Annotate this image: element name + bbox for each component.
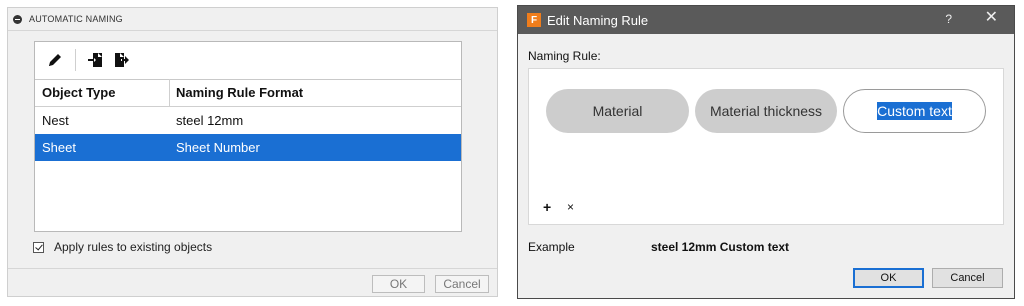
pencil-icon[interactable] xyxy=(46,51,64,69)
token-material[interactable]: Material xyxy=(546,89,689,133)
column-header-naming-rule-format[interactable]: Naming Rule Format xyxy=(170,79,461,106)
custom-text-input[interactable]: Custom text xyxy=(877,102,952,120)
cell-object-type: Sheet xyxy=(42,140,76,155)
example-value: steel 12mm Custom text xyxy=(651,240,790,254)
panel-title: AUTOMATIC NAMING xyxy=(29,14,123,24)
column-header-object-type[interactable]: Object Type xyxy=(35,79,170,106)
collapse-icon[interactable] xyxy=(13,14,22,24)
dialog-cancel-button[interactable]: Cancel xyxy=(932,268,1003,288)
apply-existing-label[interactable]: Apply rules to existing objects xyxy=(54,240,212,254)
dialog-titlebar[interactable]: F Edit Naming Rule ? ✕ xyxy=(518,6,1014,34)
edit-naming-rule-dialog: F Edit Naming Rule ? ✕ Naming Rule: Mate… xyxy=(517,5,1015,299)
toolbar-separator xyxy=(75,49,76,71)
naming-rules-table: Object Type Naming Rule Format Nest stee… xyxy=(35,79,461,161)
rules-toolbar xyxy=(35,42,461,80)
footer-divider xyxy=(8,268,497,269)
close-icon[interactable]: ✕ xyxy=(985,10,998,26)
table-row-selected[interactable]: Sheet Sheet Number xyxy=(35,134,461,161)
export-icon[interactable] xyxy=(112,51,130,69)
help-button[interactable]: ? xyxy=(945,12,952,26)
naming-rules-box: Object Type Naming Rule Format Nest stee… xyxy=(34,41,462,232)
cell-object-type: Nest xyxy=(42,113,69,128)
example-label: Example xyxy=(528,240,575,254)
import-icon[interactable] xyxy=(86,51,104,69)
dialog-title: Edit Naming Rule xyxy=(547,12,649,28)
panel-header[interactable]: AUTOMATIC NAMING xyxy=(8,8,497,31)
automatic-naming-panel: AUTOMATIC NAMING Object Type Naming Rule… xyxy=(7,7,498,297)
token-custom-text[interactable]: Custom text xyxy=(843,89,986,133)
cell-naming-rule-format: steel 12mm xyxy=(176,113,244,128)
cell-naming-rule-format: Sheet Number xyxy=(176,140,260,155)
app-logo-icon: F xyxy=(527,13,541,27)
naming-rule-editor[interactable]: Material Material thickness Custom text … xyxy=(528,68,1004,225)
ok-button[interactable]: OK xyxy=(372,275,425,293)
table-header: Object Type Naming Rule Format xyxy=(35,79,461,107)
cancel-button[interactable]: Cancel xyxy=(435,275,489,293)
table-row[interactable]: Nest steel 12mm xyxy=(35,107,461,134)
remove-token-button[interactable]: × xyxy=(567,200,574,214)
naming-rule-label: Naming Rule: xyxy=(528,49,601,63)
add-token-button[interactable]: + xyxy=(543,199,551,215)
apply-existing-row: Apply rules to existing objects xyxy=(33,240,212,254)
dialog-ok-button[interactable]: OK xyxy=(853,268,924,288)
token-material-thickness[interactable]: Material thickness xyxy=(695,89,837,133)
apply-existing-checkbox[interactable] xyxy=(33,241,44,253)
